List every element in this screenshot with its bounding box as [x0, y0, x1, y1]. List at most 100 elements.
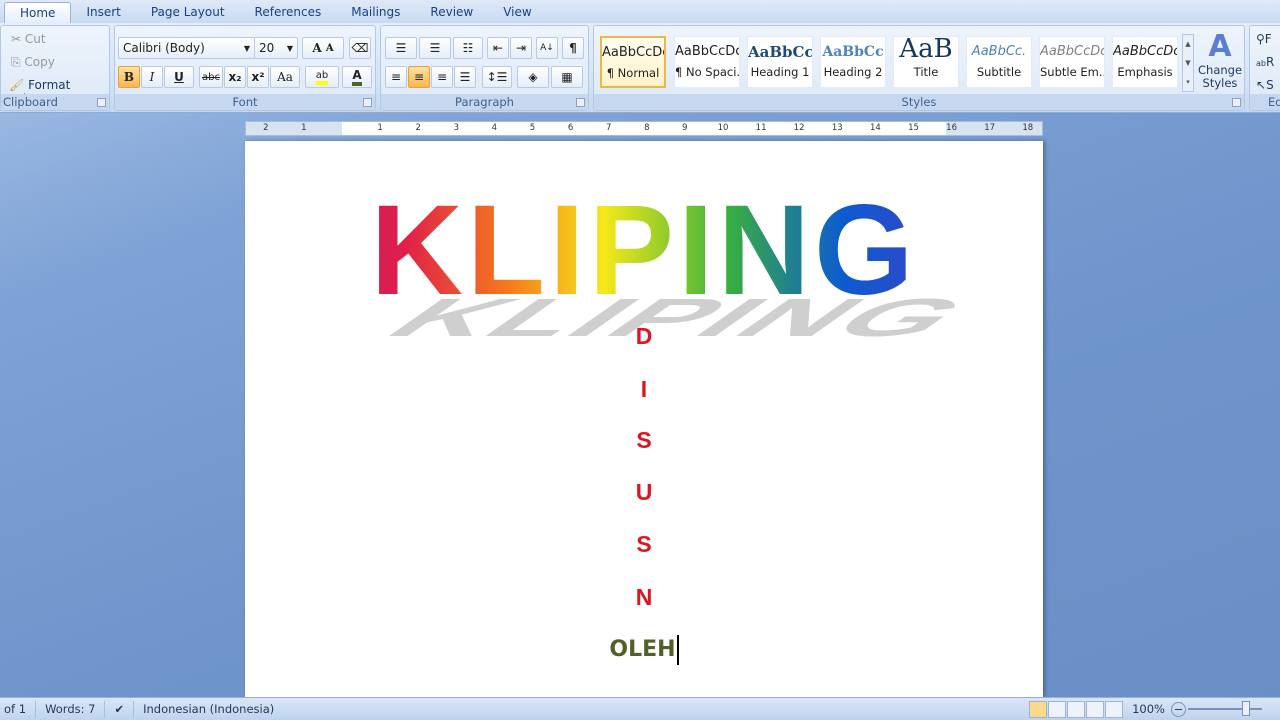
italic-button[interactable]: I — [141, 66, 163, 88]
outline-view-button[interactable] — [1086, 700, 1105, 718]
find-button[interactable]: ⚲F — [1256, 32, 1272, 46]
style-subtle-emphasis[interactable]: AaBbCcDc Subtle Em... — [1039, 36, 1105, 88]
highlight-button[interactable]: ab — [305, 66, 339, 88]
word-count[interactable]: Words: 7 — [36, 700, 106, 718]
font-name-select[interactable]: Calibri (Body) ▼ — [118, 37, 255, 59]
language[interactable]: Indonesian (Indonesia) — [134, 701, 283, 718]
justify-button[interactable]: ☰ — [454, 66, 476, 88]
ruler-tick-label: 13 — [831, 123, 843, 133]
style-subtitle[interactable]: AaBbCc. Subtitle — [966, 36, 1032, 88]
ruler-tick-label: 5 — [529, 123, 536, 133]
align-right-icon: ≡ — [436, 70, 448, 84]
zoom-out-button[interactable]: − — [1171, 701, 1186, 717]
select-button[interactable]: ↖S — [1256, 78, 1274, 92]
ruler-tick-label: 11 — [755, 123, 767, 133]
tab-mailings[interactable]: Mailings — [336, 2, 415, 23]
copy-button[interactable]: ⎘ Copy — [11, 55, 55, 70]
underline-button[interactable]: U — [164, 66, 194, 88]
align-center-icon: ≡ — [413, 70, 425, 84]
multilevel-list-button[interactable]: ☷ — [453, 37, 483, 59]
text-cursor — [676, 635, 679, 665]
sort-button[interactable]: A↓ — [536, 37, 558, 59]
font-group: Calibri (Body) ▼ 20 ▼ A A ⌫ B I U abc x₂ x… — [114, 25, 376, 111]
cursor-icon: ↖ — [1256, 78, 1267, 92]
align-left-icon: ≡ — [390, 70, 402, 84]
decrease-indent-button[interactable]: ⇤ — [487, 37, 509, 59]
shrink-font-button[interactable]: A — [326, 43, 334, 54]
grow-font-button[interactable]: A — [312, 41, 321, 55]
dialog-launcher[interactable] — [363, 98, 372, 107]
ruler-tick-label: 9 — [682, 123, 688, 133]
align-left-button[interactable]: ≡ — [385, 66, 407, 88]
vertical-letter: I — [640, 376, 648, 402]
justify-icon: ☰ — [459, 70, 471, 84]
change-styles-button[interactable]: A Change Styles — [1198, 30, 1242, 90]
replace-button[interactable]: abR — [1256, 55, 1274, 69]
font-color-button[interactable]: A — [342, 66, 372, 88]
tab-page-layout[interactable]: Page Layout — [136, 2, 240, 23]
font-color-icon: A — [352, 68, 362, 86]
dialog-launcher[interactable] — [576, 98, 585, 107]
dialog-launcher[interactable] — [1232, 98, 1241, 107]
align-right-button[interactable]: ≡ — [431, 66, 453, 88]
dialog-launcher[interactable] — [97, 98, 106, 107]
ruler-tick-label: 12 — [793, 123, 805, 133]
line-spacing-button[interactable]: ↕☰ — [482, 66, 512, 88]
style-title[interactable]: AaB Title — [893, 36, 959, 88]
bold-button[interactable]: B — [118, 66, 140, 88]
change-case-button[interactable]: Aa — [270, 66, 300, 88]
tab-insert[interactable]: Insert — [71, 2, 135, 23]
paragraph-group: ☰ ☰ ☷ ⇤ ⇥ A↓ ¶ ≡ ≡ ≡ ☰ ↕☰ ◈ ▦ Paragraph — [380, 25, 589, 111]
styles-scrollbar[interactable]: ▲ ▼ ▾ — [1182, 34, 1194, 92]
bullets-button[interactable]: ☰ — [385, 37, 417, 59]
styles-group: AaBbCcDc¶ Normal AaBbCcDc¶ No Spaci... A… — [593, 25, 1245, 111]
grow-shrink-font[interactable]: A A — [302, 37, 344, 59]
tab-home[interactable]: Home — [4, 2, 72, 23]
document-page[interactable]: KLIPING KLIPING D I S U S N OLEH — [245, 141, 1043, 697]
tab-view[interactable]: View — [488, 2, 546, 23]
ruler-tick-label: 18 — [1022, 123, 1034, 133]
full-screen-reading-button[interactable] — [1048, 700, 1067, 718]
ruler-tick-label: 8 — [644, 123, 650, 133]
superscript-button[interactable]: x² — [247, 66, 269, 88]
zoom-level[interactable]: 100% — [1132, 702, 1165, 716]
borders-button[interactable]: ▦ — [551, 66, 583, 88]
font-size-select[interactable]: 20 ▼ — [254, 37, 298, 59]
ruler-tick-label: 3 — [453, 123, 460, 133]
numbering-button[interactable]: ☰ — [419, 37, 451, 59]
line-spacing-icon: ↕☰ — [486, 70, 508, 84]
increase-indent-button[interactable]: ⇥ — [510, 37, 532, 59]
paint-bucket-icon: ◈ — [528, 70, 538, 84]
zoom-slider-thumb[interactable] — [1242, 701, 1250, 716]
proofing-icon[interactable]: ✔ — [105, 700, 135, 718]
vertical-letter: U — [635, 479, 653, 505]
shading-button[interactable]: ◈ — [517, 66, 549, 88]
web-layout-button[interactable] — [1067, 700, 1086, 718]
zoom-slider[interactable] — [1188, 701, 1262, 716]
show-formatting-button[interactable]: ¶ — [562, 37, 584, 59]
tab-review[interactable]: Review — [415, 2, 488, 23]
align-center-button[interactable]: ≡ — [408, 66, 430, 88]
draft-view-button[interactable] — [1105, 700, 1124, 718]
page-count[interactable]: of 1 — [0, 700, 37, 718]
ruler-tick-label: 15 — [908, 123, 919, 133]
strikethrough-button[interactable]: abc — [199, 66, 223, 88]
tab-references[interactable]: References — [240, 2, 337, 23]
group-label: Styles — [594, 94, 1244, 110]
style-no-spacing[interactable]: AaBbCcDc¶ No Spaci... — [674, 36, 740, 88]
print-layout-view-button[interactable] — [1029, 700, 1048, 718]
group-label: Clipboard — [1, 94, 109, 110]
wordart-title[interactable]: KLIPING — [245, 187, 1043, 315]
style-normal[interactable]: AaBbCcDc ¶ Normal — [600, 36, 666, 88]
style-emphasis[interactable]: AaBbCcDc Emphasis — [1112, 36, 1178, 88]
horizontal-ruler[interactable]: 2 1 1 2 3 4 5 6 7 8 9 10 11 12 13 14 15 16 17 18 — [245, 121, 1043, 136]
style-heading-1[interactable]: AaBbCc Heading 1 — [747, 36, 813, 88]
brush-icon: 🖌 — [9, 78, 25, 92]
ruler-tick-label: 14 — [869, 123, 881, 133]
vertical-letter: N — [635, 584, 653, 610]
subscript-button[interactable]: x₂ — [224, 66, 246, 88]
clear-formatting-button[interactable]: ⌫ — [349, 37, 371, 59]
cut-button[interactable]: ✂ Cut — [11, 32, 46, 46]
style-heading-2[interactable]: AaBbCc Heading 2 — [820, 36, 886, 88]
group-label: Paragraph — [381, 94, 588, 110]
